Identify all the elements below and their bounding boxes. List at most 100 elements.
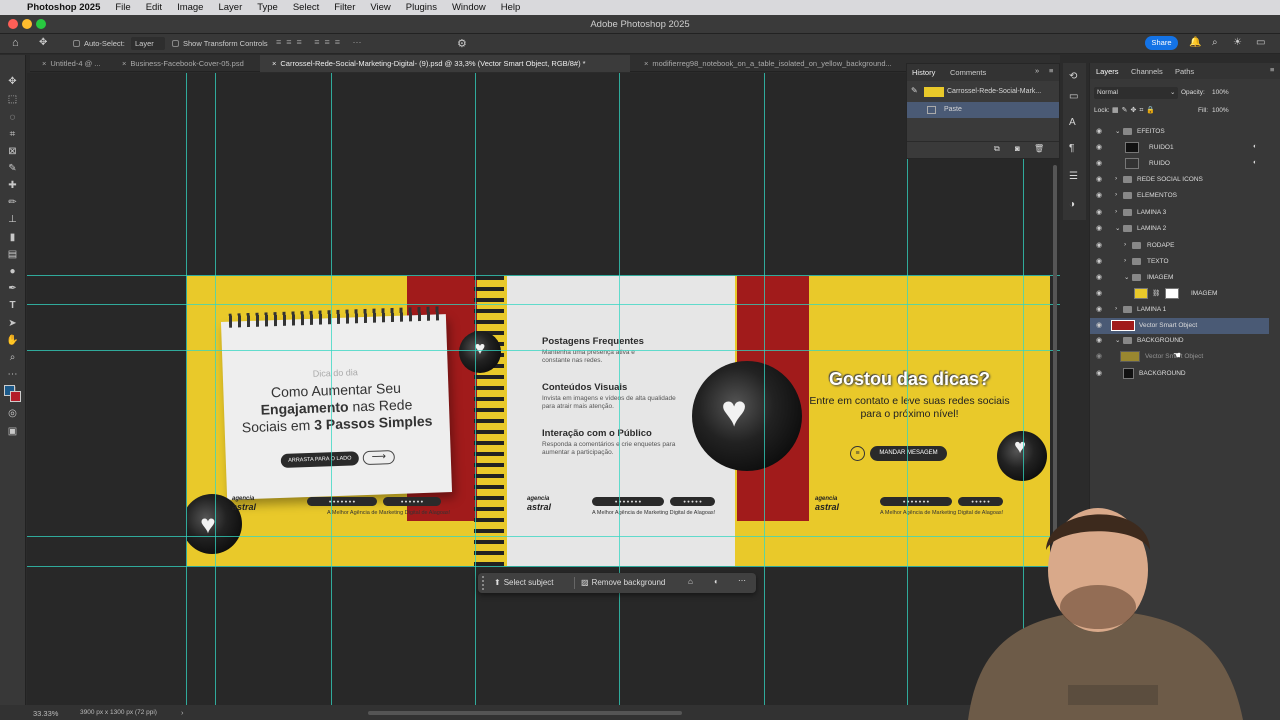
eye-icon[interactable]: ◉ bbox=[1096, 242, 1105, 249]
history-panel-icon[interactable]: ⟲ bbox=[1069, 71, 1077, 82]
layer-group-texto[interactable]: ◉ › TEXTO bbox=[1090, 254, 1269, 270]
workspace-icon[interactable]: ▭ bbox=[1256, 37, 1265, 48]
adjust-icon[interactable]: ◐ bbox=[714, 577, 719, 586]
auto-select-dropdown[interactable]: Layer bbox=[131, 37, 165, 50]
layer-group-efeitos[interactable]: ◉ ⌄ EFEITOS bbox=[1090, 124, 1269, 140]
tab-channels[interactable]: Channels bbox=[1131, 67, 1163, 76]
adjustments-panel-icon[interactable]: ◑ bbox=[1069, 199, 1075, 210]
chevron-down-icon[interactable]: ⌄ bbox=[1115, 127, 1120, 135]
chevron-right-icon[interactable]: › bbox=[1115, 208, 1117, 215]
path-select-tool-icon[interactable]: ➤ bbox=[6, 317, 19, 330]
chevron-right-icon[interactable]: › bbox=[1115, 175, 1117, 182]
comments-panel-icon[interactable]: ▭ bbox=[1069, 91, 1078, 102]
guide-line[interactable] bbox=[475, 73, 476, 705]
brightness-icon[interactable]: ☀ bbox=[1233, 37, 1242, 48]
fill-field[interactable]: 100% bbox=[1212, 107, 1229, 114]
eye-icon[interactable]: ◉ bbox=[1096, 322, 1105, 329]
guide-line[interactable] bbox=[764, 73, 765, 705]
share-button[interactable]: Share bbox=[1145, 36, 1178, 50]
chevron-right-icon[interactable]: › bbox=[1124, 257, 1126, 264]
background-color-swatch[interactable] bbox=[10, 391, 21, 402]
document-canvas[interactable]: Dica do dia Como Aumentar Seu Engajament… bbox=[27, 73, 1060, 705]
camera-icon[interactable]: ◙ bbox=[1015, 144, 1020, 153]
eye-icon[interactable]: ◉ bbox=[1096, 306, 1105, 313]
close-icon[interactable]: × bbox=[272, 59, 276, 68]
menu-window[interactable]: Window bbox=[452, 2, 486, 13]
close-icon[interactable]: × bbox=[42, 59, 46, 68]
eye-icon[interactable]: ◉ bbox=[1096, 192, 1105, 199]
stamp-tool-icon[interactable]: ⊥ bbox=[6, 213, 19, 226]
app-menu[interactable]: Photoshop 2025 bbox=[27, 2, 100, 13]
layer-group-elementos[interactable]: ◉ › ELEMENTOS bbox=[1090, 188, 1269, 204]
crop-tool-icon[interactable]: ⌗ bbox=[6, 128, 19, 141]
eye-icon[interactable]: ◉ bbox=[1096, 209, 1105, 216]
quick-mask-icon[interactable]: ◎ bbox=[6, 407, 19, 420]
bell-icon[interactable]: 🔔 bbox=[1189, 37, 1201, 48]
close-window-button[interactable] bbox=[8, 19, 18, 29]
frame-tool-icon[interactable]: ⊠ bbox=[6, 145, 19, 158]
zoom-window-button[interactable] bbox=[36, 19, 46, 29]
eye-icon[interactable]: ◉ bbox=[1096, 258, 1105, 265]
eraser-tool-icon[interactable]: ▮ bbox=[6, 231, 19, 244]
close-icon[interactable]: × bbox=[122, 59, 126, 68]
chevron-right-icon[interactable]: › bbox=[1115, 305, 1117, 312]
menu-type[interactable]: Type bbox=[257, 2, 278, 13]
menu-image[interactable]: Image bbox=[177, 2, 203, 13]
screen-mode-icon[interactable]: ▣ bbox=[6, 425, 19, 438]
select-subject-button[interactable]: ⬆ Select subject bbox=[494, 573, 554, 593]
layer-group-lamina-2[interactable]: ◉ ⌄ LAMINA 2 bbox=[1090, 221, 1269, 237]
blend-mode-dropdown[interactable]: Normal ⌄ bbox=[1094, 87, 1178, 99]
guide-line[interactable] bbox=[27, 304, 1060, 305]
history-snapshot[interactable]: ✎ Carrossel-Rede-Social-Mark... bbox=[907, 84, 1059, 100]
menu-help[interactable]: Help bbox=[501, 2, 521, 13]
horizontal-scrollbar[interactable] bbox=[368, 711, 682, 715]
tab-layers[interactable]: Layers bbox=[1096, 67, 1119, 76]
chevron-down-icon[interactable]: ⌄ bbox=[1124, 273, 1129, 281]
dodge-tool-icon[interactable]: ● bbox=[6, 265, 19, 278]
mask-icon[interactable]: ⌂ bbox=[688, 577, 693, 586]
paragraph-panel-icon[interactable]: ¶ bbox=[1069, 143, 1074, 154]
auto-select-checkbox[interactable] bbox=[73, 40, 80, 47]
layer-vector-smart-object[interactable]: ◉ Vector Smart Object bbox=[1090, 318, 1269, 334]
guide-line[interactable] bbox=[331, 73, 332, 705]
expand-icon[interactable]: » bbox=[1035, 66, 1039, 75]
brush-tool-icon[interactable]: ✏ bbox=[6, 196, 19, 209]
tab-business-cover[interactable]: × Business-Facebook-Cover-05.psd bbox=[110, 55, 260, 72]
align-icons[interactable]: ≡≡≡ ≡≡≡ ⋯ bbox=[276, 37, 367, 48]
new-document-icon[interactable]: ⧉ bbox=[994, 144, 1000, 154]
type-tool-icon[interactable]: T bbox=[6, 299, 19, 312]
smart-filter-icon[interactable]: ◐ bbox=[1253, 143, 1257, 150]
search-icon[interactable]: ⌕ bbox=[1212, 37, 1218, 48]
layer-group-imagem[interactable]: ◉ ⌄ IMAGEM bbox=[1090, 270, 1269, 286]
layer-group-lamina-1[interactable]: ◉ › LAMINA 1 bbox=[1090, 302, 1269, 318]
show-transform-checkbox[interactable] bbox=[172, 40, 179, 47]
layer-ruido[interactable]: ◉ RUIDO ◐ bbox=[1090, 156, 1269, 172]
opacity-field[interactable]: 100% bbox=[1212, 89, 1229, 96]
eyedropper-tool-icon[interactable]: ✎ bbox=[6, 162, 19, 175]
character-panel-icon[interactable]: A bbox=[1069, 117, 1076, 128]
guide-line[interactable] bbox=[27, 275, 1060, 276]
guide-line[interactable] bbox=[186, 73, 187, 705]
menu-select[interactable]: Select bbox=[293, 2, 319, 13]
panel-menu-icon[interactable]: ≡ bbox=[1049, 66, 1053, 75]
history-item-paste[interactable]: Paste bbox=[907, 102, 1059, 118]
layer-group-rodape[interactable]: ◉ › RODAPE bbox=[1090, 238, 1269, 254]
trash-icon[interactable]: 🗑 bbox=[1034, 144, 1044, 153]
layer-imagem[interactable]: ◉ ⛓ IMAGEM bbox=[1090, 286, 1269, 302]
chevron-down-icon[interactable]: ⌄ bbox=[1115, 224, 1120, 232]
tab-comments[interactable]: Comments bbox=[950, 68, 986, 77]
eye-icon[interactable]: ◉ bbox=[1096, 176, 1105, 183]
guide-line[interactable] bbox=[619, 73, 620, 705]
eye-icon[interactable]: ◉ bbox=[1096, 144, 1105, 151]
tab-untitled-4[interactable]: × Untitled-4 @ ... bbox=[30, 55, 118, 72]
chevron-right-icon[interactable]: › bbox=[1124, 241, 1126, 248]
healing-tool-icon[interactable]: ✚ bbox=[6, 179, 19, 192]
chevron-down-icon[interactable]: ⌄ bbox=[1115, 336, 1120, 344]
lasso-tool-icon[interactable]: ◌ bbox=[6, 111, 19, 124]
more-tools-icon[interactable]: ⋯ bbox=[6, 368, 19, 381]
minimize-window-button[interactable] bbox=[22, 19, 32, 29]
menu-filter[interactable]: Filter bbox=[334, 2, 355, 13]
gradient-tool-icon[interactable]: ▤ bbox=[6, 248, 19, 261]
zoom-level[interactable]: 33.33% bbox=[33, 709, 58, 718]
guide-line[interactable] bbox=[215, 73, 216, 705]
